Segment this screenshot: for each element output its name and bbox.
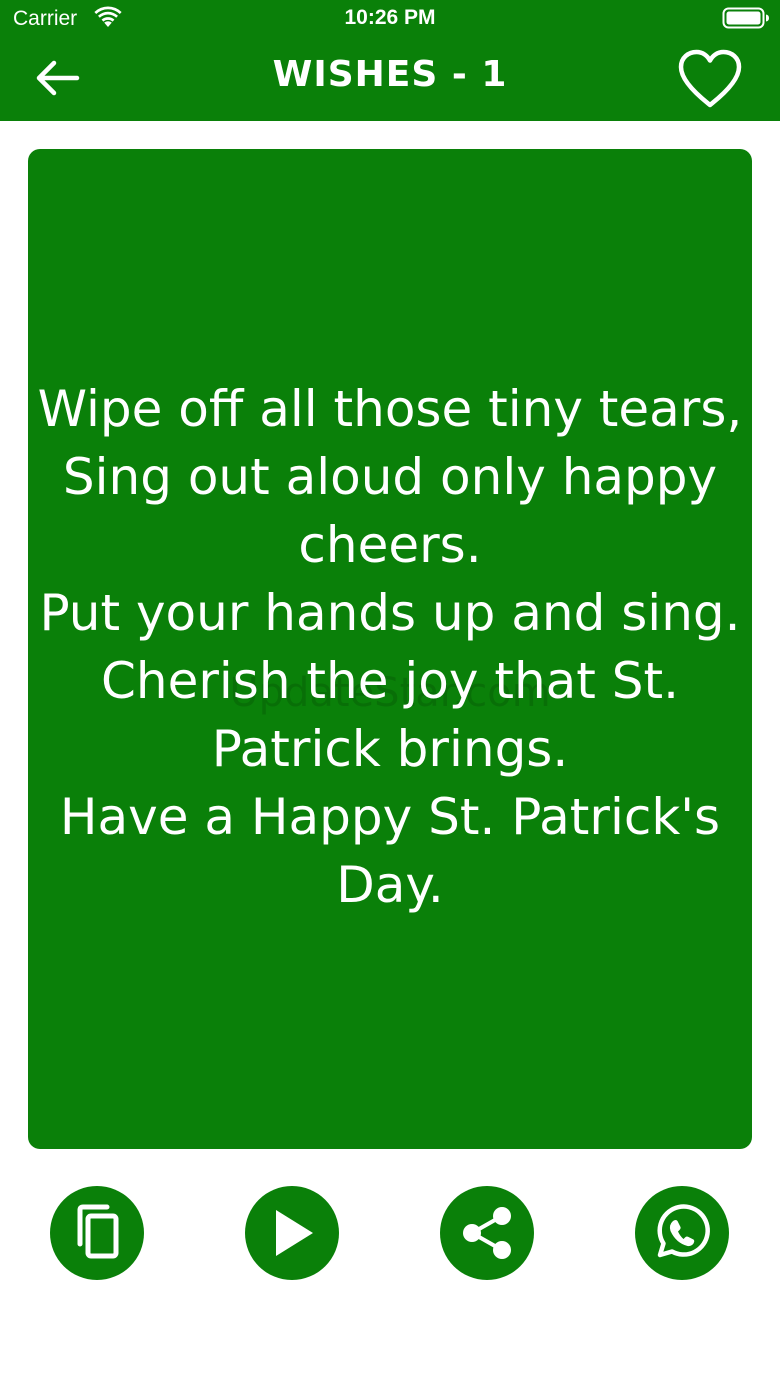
copy-icon [71, 1204, 123, 1262]
favorite-button[interactable] [670, 46, 750, 116]
wish-card: UpdateStar.com Wipe off all those tiny t… [28, 149, 752, 1149]
top-bar: Carrier 10:26 PM WISHES - 1 [0, 0, 780, 121]
back-button[interactable] [26, 54, 90, 106]
play-icon [267, 1207, 317, 1259]
action-bar [0, 1186, 780, 1282]
heart-outline-icon [675, 48, 745, 114]
wish-text: Wipe off all those tiny tears, Sing out … [37, 380, 743, 914]
whatsapp-button[interactable] [635, 1186, 729, 1280]
battery-icon [722, 6, 770, 30]
whatsapp-icon [652, 1203, 712, 1263]
status-time: 10:26 PM [344, 6, 436, 29]
status-bar: Carrier 10:26 PM [0, 0, 780, 40]
wish-detail-screen: Carrier 10:26 PM WISHES - 1 UpdateStar.c… [0, 0, 780, 1387]
share-button[interactable] [440, 1186, 534, 1280]
navigation-bar: WISHES - 1 [0, 40, 780, 121]
copy-button[interactable] [50, 1186, 144, 1280]
arrow-left-icon [35, 60, 81, 100]
share-icon [458, 1204, 516, 1262]
play-button[interactable] [245, 1186, 339, 1280]
page-title: WISHES - 1 [272, 54, 508, 95]
